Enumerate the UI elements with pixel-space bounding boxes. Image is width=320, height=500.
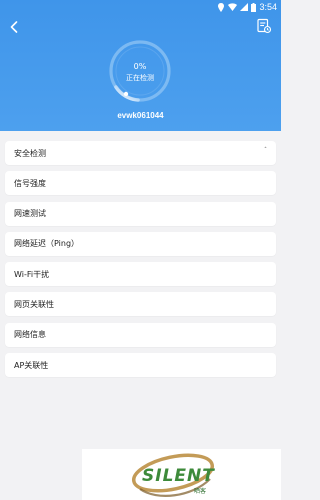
progress-status: 正在检测 xyxy=(126,74,154,82)
report-list-icon xyxy=(257,18,272,34)
menu-item-label: AP关联性 xyxy=(14,360,49,370)
progress-percent: 0% xyxy=(133,62,147,71)
menu-item-signal-strength[interactable]: 信号强度 xyxy=(5,171,276,196)
battery-icon xyxy=(251,2,257,12)
test-menu-list: 安全检测 ˆ 信号强度 网速测试 网络延迟（Ping） Wi-Fi干扰 网页关联… xyxy=(5,141,276,378)
location-icon xyxy=(218,2,225,12)
header-banner: 3:54 0% 正在检测 evwk061044 xyxy=(0,0,281,131)
svg-text:晒客: 晒客 xyxy=(194,487,206,495)
menu-item-ap-relevance[interactable]: AP关联性 xyxy=(5,353,276,378)
menu-item-ping[interactable]: 网络延迟（Ping） xyxy=(5,231,276,256)
menu-item-network-info[interactable]: 网络信息 xyxy=(5,322,276,347)
report-button[interactable] xyxy=(256,18,272,34)
menu-item-label: 网络信息 xyxy=(14,330,46,340)
menu-item-label: 网速测试 xyxy=(14,209,46,219)
device-name: evwk061044 xyxy=(117,111,164,120)
caret-up-icon: ˆ xyxy=(264,147,267,154)
svg-text:SILENT: SILENT xyxy=(142,466,215,486)
wifi-icon xyxy=(228,3,238,11)
chevron-left-icon xyxy=(10,21,18,33)
menu-item-label: 信号强度 xyxy=(14,178,46,188)
menu-item-security-check[interactable]: 安全检测 ˆ xyxy=(5,141,276,165)
progress-ring: 0% 正在检测 xyxy=(108,39,172,103)
menu-item-label: 网络延迟（Ping） xyxy=(14,239,80,249)
menu-item-label: 网页关联性 xyxy=(14,299,54,309)
silent-logo-image: SILENT 晒客 xyxy=(131,453,215,497)
menu-item-label: Wi-Fi干扰 xyxy=(14,269,50,279)
status-bar: 3:54 xyxy=(0,0,281,14)
menu-item-label: 安全检测 xyxy=(14,148,46,158)
menu-item-web-relevance[interactable]: 网页关联性 xyxy=(5,292,276,317)
menu-item-speed-test[interactable]: 网速测试 xyxy=(5,201,276,226)
signal-icon xyxy=(240,3,249,11)
menu-item-wifi-interference[interactable]: Wi-Fi干扰 xyxy=(5,262,276,287)
back-button[interactable] xyxy=(6,19,22,35)
watermark-logo: SILENT 晒客 xyxy=(82,449,281,500)
status-time: 3:54 xyxy=(259,2,277,12)
